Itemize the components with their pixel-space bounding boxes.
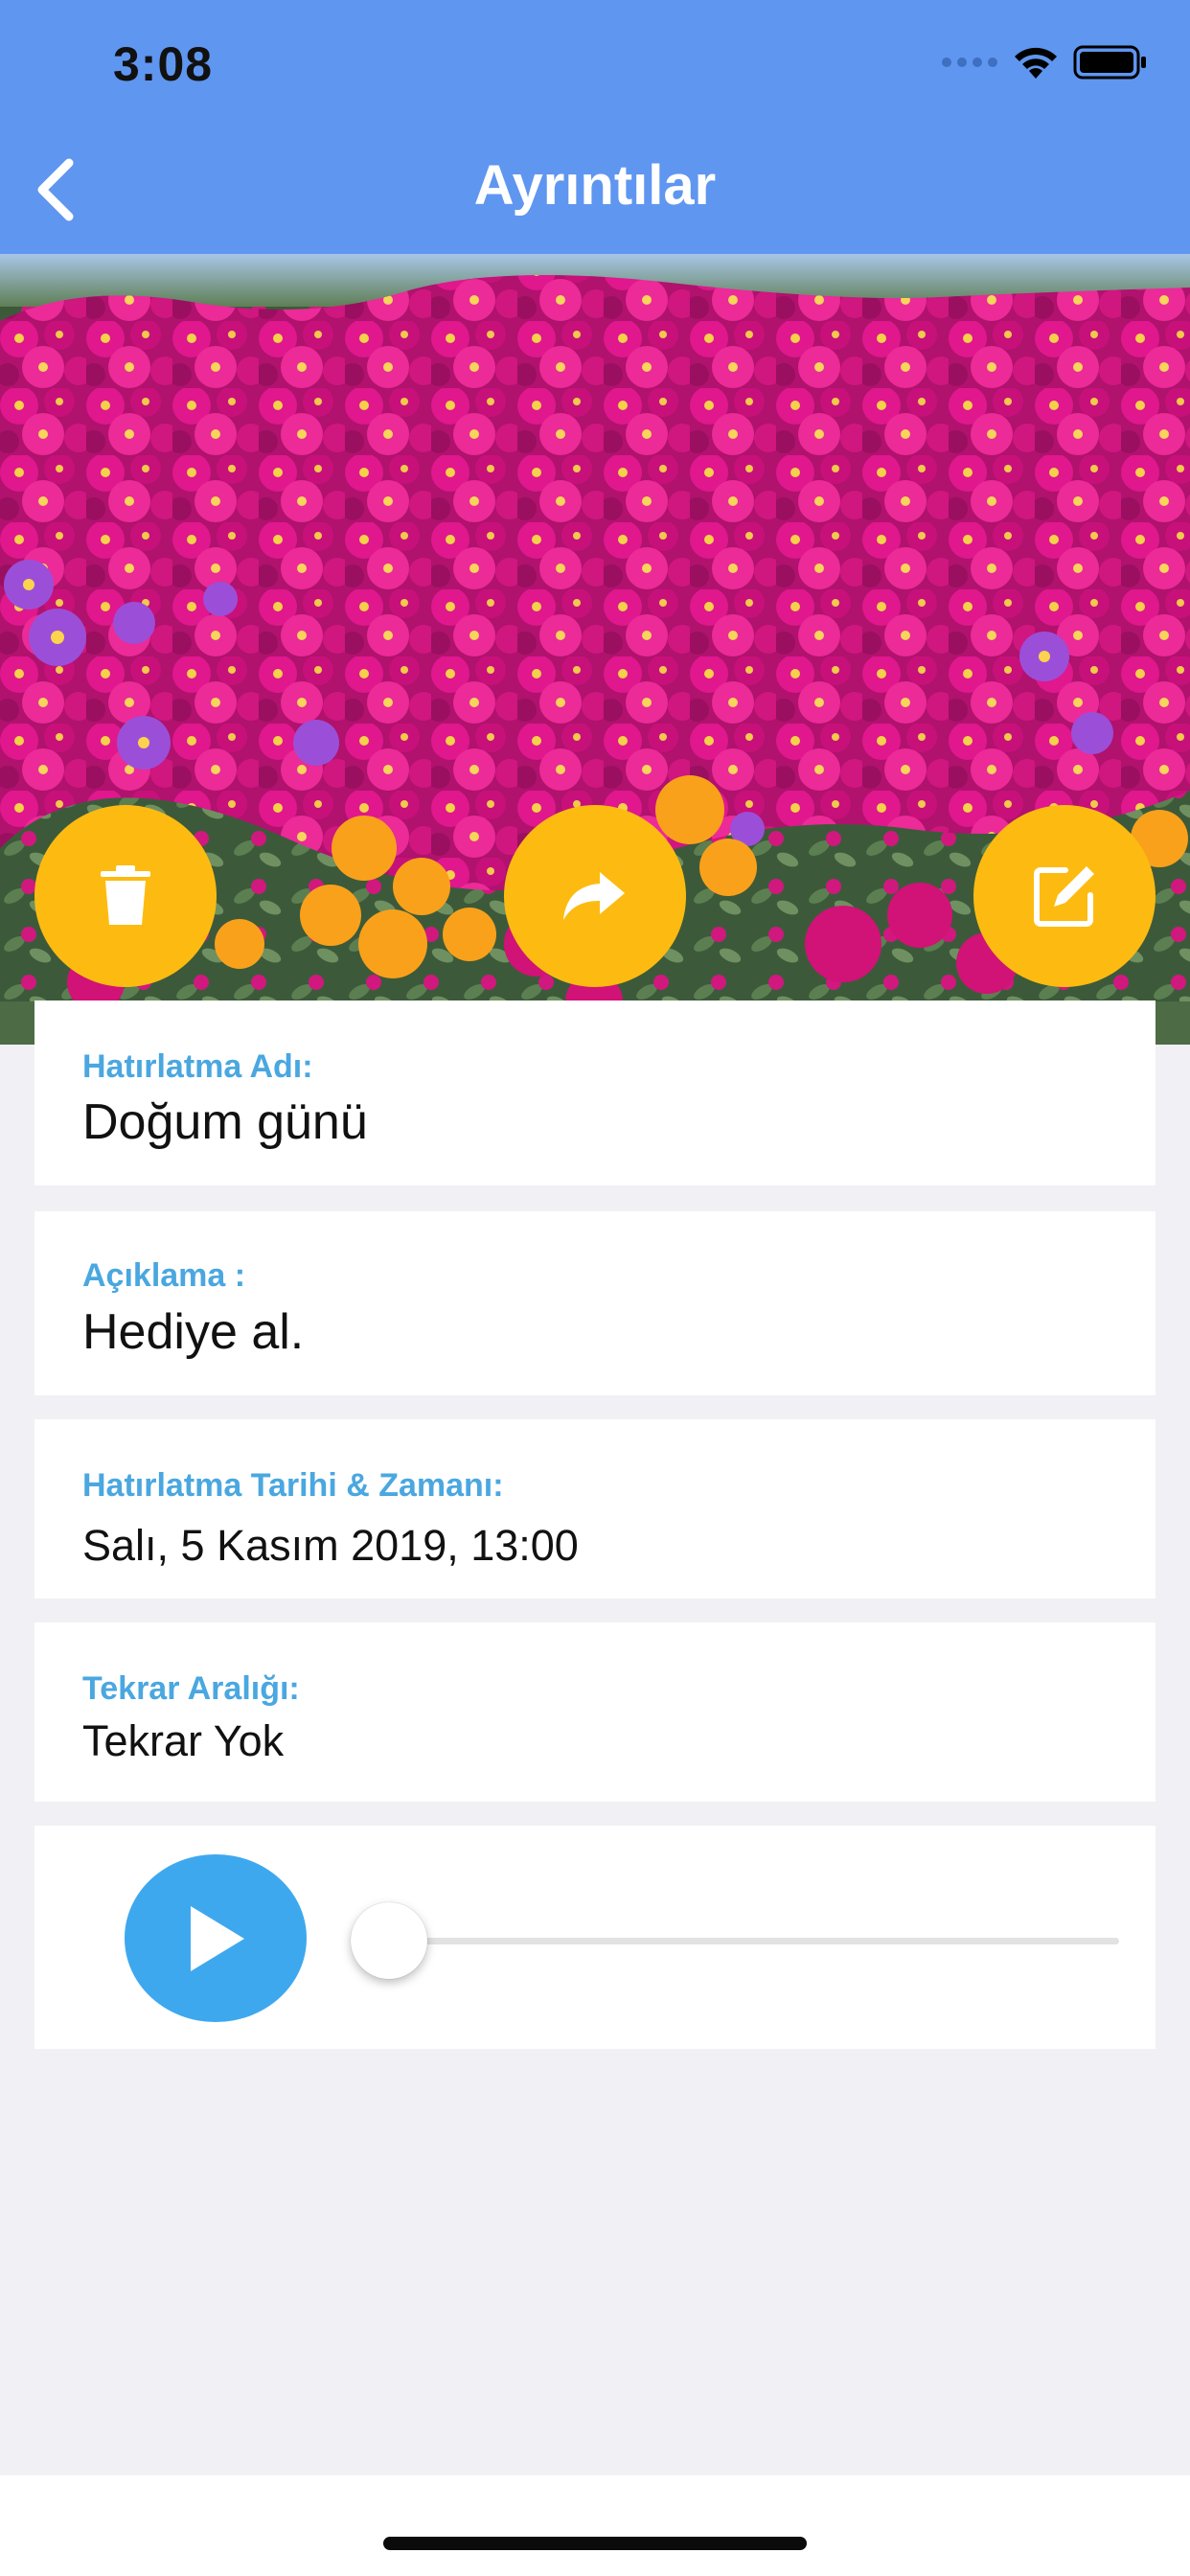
audio-progress-thumb[interactable]: [351, 1902, 427, 1979]
repeat-interval-value: Tekrar Yok: [82, 1716, 285, 1765]
battery-icon: [1073, 45, 1146, 80]
reminder-name-card: Hatırlatma Adı: Doğum günü: [34, 1000, 1156, 1185]
delete-button[interactable]: [34, 805, 217, 987]
repeat-interval-card: Tekrar Aralığı: Tekrar Yok: [34, 1622, 1156, 1802]
wifi-icon: [1015, 47, 1057, 79]
description-label: Açıklama :: [82, 1257, 246, 1294]
play-icon: [191, 1905, 244, 1971]
edit-button[interactable]: [973, 805, 1156, 987]
share-button[interactable]: [504, 805, 686, 987]
home-indicator: [383, 2537, 807, 2550]
play-button[interactable]: [125, 1854, 307, 2022]
trash-icon: [101, 865, 150, 925]
home-bar-area: [0, 2475, 1190, 2576]
date-time-card: Hatırlatma Tarihi & Zamanı: Salı, 5 Kası…: [34, 1419, 1156, 1598]
edit-icon: [1034, 866, 1094, 927]
signal-dots-icon: [942, 58, 997, 67]
repeat-interval-label: Tekrar Aralığı:: [82, 1670, 300, 1707]
description-card: Açıklama : Hediye al.: [34, 1211, 1156, 1395]
date-time-value: Salı, 5 Kasım 2019, 13:00: [82, 1521, 579, 1570]
date-time-label: Hatırlatma Tarihi & Zamanı:: [82, 1467, 504, 1504]
share-arrow-icon: [563, 872, 625, 920]
audio-progress-track[interactable]: [391, 1938, 1119, 1944]
navigation-header: 3:08 Ayrıntılar: [0, 0, 1190, 254]
audio-player-card: [34, 1826, 1156, 2049]
page-title: Ayrıntılar: [473, 154, 717, 217]
reminder-name-label: Hatırlatma Adı:: [82, 1048, 313, 1085]
reminder-name-value: Doğum günü: [82, 1094, 368, 1150]
status-time: 3:08: [113, 37, 214, 91]
status-indicators: [941, 43, 1148, 81]
description-value: Hediye al.: [82, 1304, 305, 1360]
